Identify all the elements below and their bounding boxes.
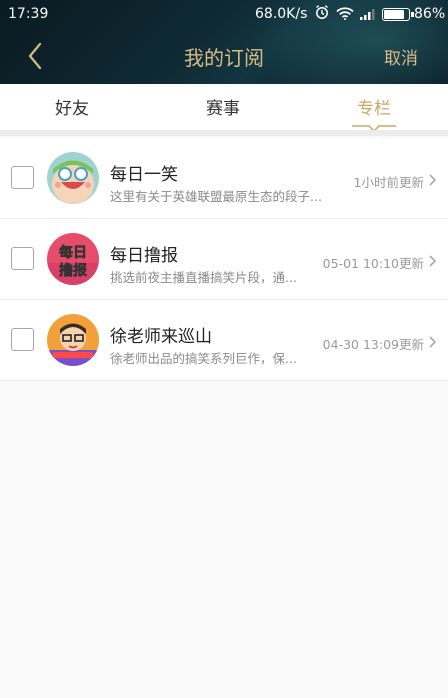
item-updated: 04-30 13:09更新	[322, 337, 424, 352]
select-checkbox[interactable]	[11, 166, 34, 189]
app-header: 17:39 68.0K/s 86% 我的订阅 取消	[0, 0, 448, 84]
tab-divider	[0, 130, 448, 136]
alarm-icon	[314, 4, 330, 24]
status-bar: 17:39 68.0K/s 86%	[0, 0, 448, 28]
item-description: 挑选前夜主播直播搞笑片段，通...	[110, 270, 297, 285]
chevron-right-icon	[428, 334, 438, 348]
list-item[interactable]: 徐老师来巡山 徐老师出品的搞笑系列巨作，保... 04-30 13:09更新	[0, 300, 448, 381]
item-description: 徐老师出品的搞笑系列巨作，保...	[110, 351, 297, 366]
list-item[interactable]: 每日一笑 这里有关于英雄联盟最原生态的段子... 1小时前更新	[0, 138, 448, 219]
chevron-right-icon	[428, 172, 438, 186]
wifi-icon	[336, 7, 354, 24]
nav-bar: 我的订阅 取消	[0, 28, 448, 84]
network-speed: 68.0K/s	[255, 6, 308, 22]
tab-columns[interactable]: 专栏	[357, 94, 391, 119]
avatar: 每日 撸报	[47, 233, 99, 285]
avatar-text-bottom: 撸报	[59, 262, 87, 279]
item-updated: 1小时前更新	[353, 175, 424, 190]
avatar	[47, 314, 99, 366]
status-time: 17:39	[8, 6, 49, 22]
active-tab-indicator	[352, 118, 396, 133]
select-checkbox[interactable]	[11, 247, 34, 270]
item-title: 每日一笑	[110, 165, 178, 185]
tab-bar: 好友 赛事 专栏	[0, 84, 448, 133]
battery-percent: 86%	[414, 6, 446, 22]
avatar-text-top: 每日	[59, 244, 87, 261]
item-title: 徐老师来巡山	[110, 327, 212, 347]
tab-friends[interactable]: 好友	[55, 94, 89, 119]
avatar	[47, 152, 99, 204]
chevron-right-icon	[428, 253, 438, 267]
item-title: 每日撸报	[110, 246, 178, 266]
signal-icon	[360, 8, 376, 24]
item-description: 这里有关于英雄联盟最原生态的段子...	[110, 189, 322, 204]
tab-matches[interactable]: 赛事	[206, 94, 240, 119]
cancel-button[interactable]: 取消	[384, 44, 418, 69]
page-title: 我的订阅	[184, 46, 264, 70]
battery-icon	[382, 8, 414, 21]
select-checkbox[interactable]	[11, 328, 34, 351]
list-item[interactable]: 每日 撸报 每日撸报 挑选前夜主播直播搞笑片段，通... 05-01 10:10…	[0, 219, 448, 300]
item-updated: 05-01 10:10更新	[322, 256, 424, 271]
